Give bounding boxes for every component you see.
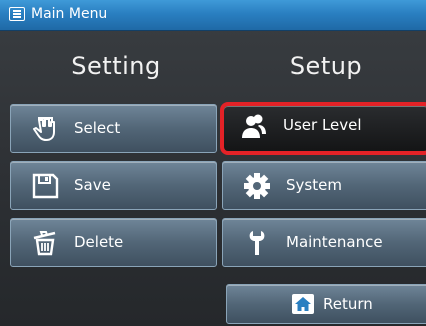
title-bar: Main Menu: [0, 0, 426, 31]
system-label: System: [286, 176, 342, 194]
maintenance-button[interactable]: Maintenance: [222, 218, 426, 267]
maintenance-label: Maintenance: [286, 233, 383, 251]
main-menu-screen: Main Menu Setting Setup Select Save Dele…: [0, 0, 426, 326]
select-button[interactable]: Select: [10, 104, 217, 153]
delete-button[interactable]: Delete: [10, 218, 217, 267]
save-button[interactable]: Save: [10, 161, 217, 210]
system-button[interactable]: System: [222, 161, 426, 210]
hand-pointer-icon: [33, 117, 55, 141]
save-label: Save: [74, 176, 111, 194]
window-title: Main Menu: [31, 6, 108, 22]
setting-column-heading: Setting: [71, 52, 161, 80]
menu-list-icon: [9, 7, 25, 21]
setup-column-heading: Setup: [289, 52, 363, 80]
trash-can-icon: [33, 231, 56, 256]
user-level-button[interactable]: User Level: [220, 102, 426, 155]
delete-label: Delete: [74, 233, 124, 251]
users-icon: [242, 114, 266, 138]
home-icon: [292, 294, 314, 314]
wrench-icon: [249, 231, 265, 255]
floppy-disk-icon: [32, 173, 59, 199]
select-label: Select: [74, 119, 121, 137]
user-level-label: User Level: [283, 116, 362, 134]
return-button[interactable]: Return: [226, 284, 426, 324]
gear-icon: [244, 173, 270, 199]
return-label: Return: [323, 295, 373, 313]
